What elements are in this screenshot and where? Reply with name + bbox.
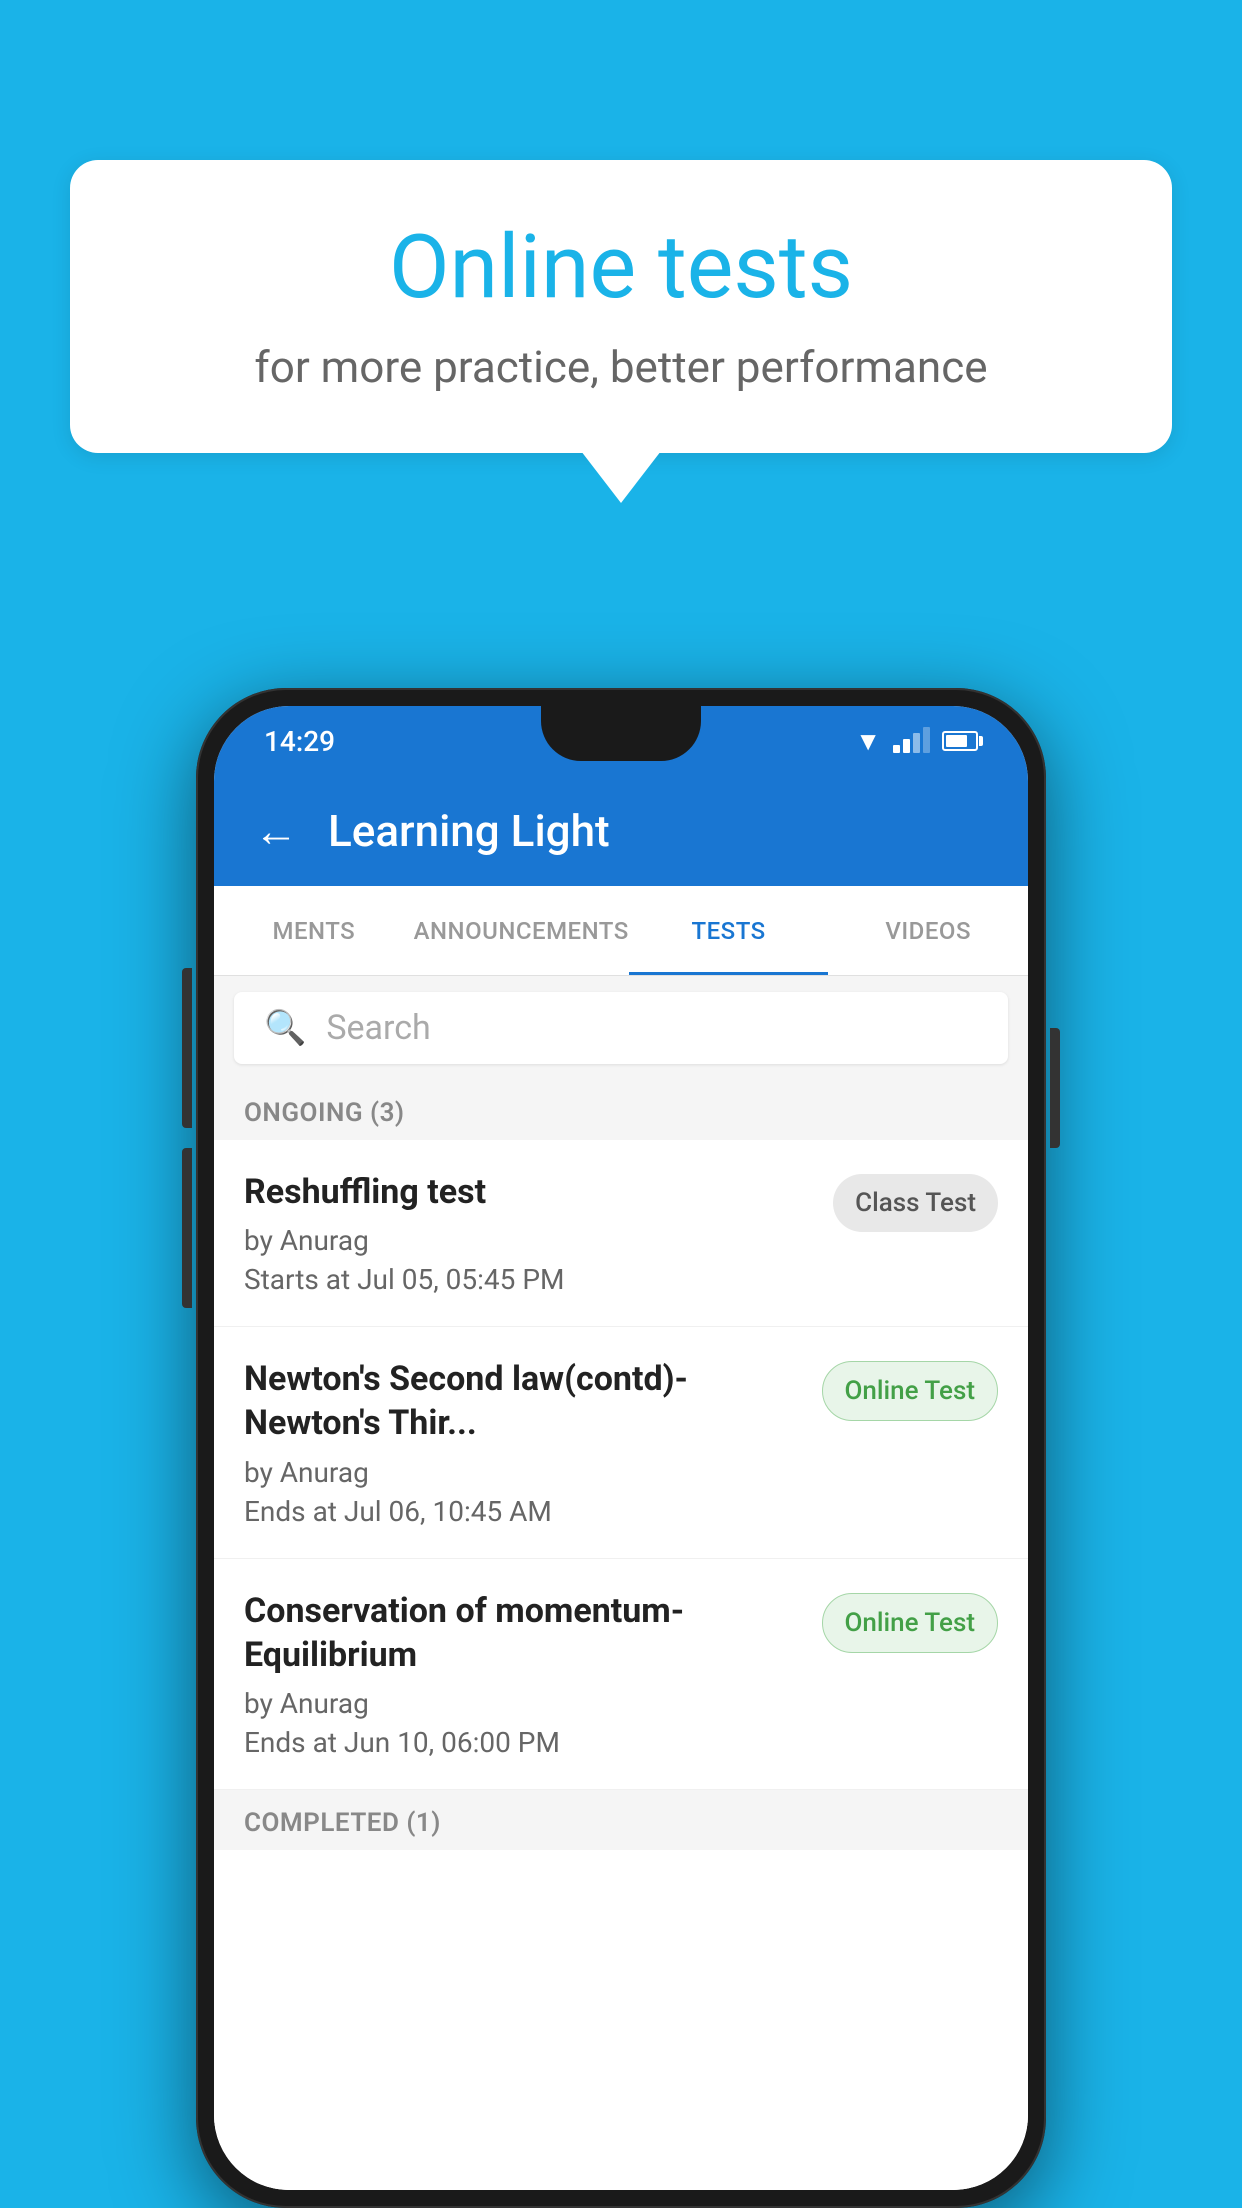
test-author-0: by Anurag <box>244 1224 813 1257</box>
test-date-0: Starts at Jul 05, 05:45 PM <box>244 1263 813 1296</box>
section-completed-header: COMPLETED (1) <box>214 1790 1028 1850</box>
app-bar-title: Learning Light <box>328 805 610 857</box>
search-box[interactable]: 🔍 Search <box>234 992 1008 1064</box>
test-list: Reshuffling test by Anurag Starts at Jul… <box>214 1140 1028 2190</box>
test-info-1: Newton's Second law(contd)-Newton's Thir… <box>244 1357 802 1527</box>
test-badge-1: Online Test <box>822 1361 999 1421</box>
tab-ments[interactable]: MENTS <box>214 886 414 975</box>
tab-announcements[interactable]: ANNOUNCEMENTS <box>414 886 629 975</box>
status-bar: 14:29 ▼ <box>214 706 1028 776</box>
status-icons: ▼ <box>855 726 978 757</box>
test-item-0[interactable]: Reshuffling test by Anurag Starts at Jul… <box>214 1140 1028 1327</box>
tab-tests[interactable]: TESTS <box>629 886 829 975</box>
status-time: 14:29 <box>264 725 335 758</box>
test-date-2: Ends at Jun 10, 06:00 PM <box>244 1726 802 1759</box>
search-container: 🔍 Search <box>214 976 1028 1080</box>
app-bar: ← Learning Light <box>214 776 1028 886</box>
test-author-1: by Anurag <box>244 1456 802 1489</box>
phone-mockup: 14:29 ▼ ← Learning Light <box>196 688 1046 2208</box>
battery-icon <box>942 731 978 751</box>
content-area: 🔍 Search ONGOING (3) Reshuffling test by… <box>214 976 1028 2190</box>
phone-screen: 14:29 ▼ ← Learning Light <box>214 706 1028 2190</box>
test-badge-2: Online Test <box>822 1593 999 1653</box>
tabs-container: MENTS ANNOUNCEMENTS TESTS VIDEOS <box>214 886 1028 976</box>
search-icon: 🔍 <box>264 1008 306 1048</box>
wifi-icon: ▼ <box>855 726 881 757</box>
search-placeholder: Search <box>326 1008 430 1048</box>
section-ongoing-header: ONGOING (3) <box>214 1080 1028 1140</box>
back-button[interactable]: ← <box>254 805 298 857</box>
signal-icon <box>893 729 930 753</box>
test-item-1[interactable]: Newton's Second law(contd)-Newton's Thir… <box>214 1327 1028 1558</box>
test-author-2: by Anurag <box>244 1687 802 1720</box>
test-title-0: Reshuffling test <box>244 1170 813 1214</box>
test-badge-0: Class Test <box>833 1174 998 1232</box>
speech-bubble-container: Online tests for more practice, better p… <box>70 160 1172 453</box>
speech-bubble: Online tests for more practice, better p… <box>70 160 1172 453</box>
notch <box>541 706 701 761</box>
test-title-1: Newton's Second law(contd)-Newton's Thir… <box>244 1357 802 1445</box>
bubble-title: Online tests <box>140 220 1102 317</box>
test-info-0: Reshuffling test by Anurag Starts at Jul… <box>244 1170 813 1296</box>
phone-outer-frame: 14:29 ▼ ← Learning Light <box>196 688 1046 2208</box>
bubble-subtitle: for more practice, better performance <box>140 341 1102 393</box>
test-title-2: Conservation of momentum-Equilibrium <box>244 1589 802 1677</box>
test-item-2[interactable]: Conservation of momentum-Equilibrium by … <box>214 1559 1028 1790</box>
tab-videos[interactable]: VIDEOS <box>828 886 1028 975</box>
test-info-2: Conservation of momentum-Equilibrium by … <box>244 1589 802 1759</box>
test-date-1: Ends at Jul 06, 10:45 AM <box>244 1495 802 1528</box>
